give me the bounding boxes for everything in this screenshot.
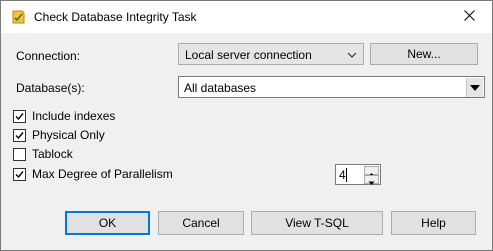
ok-button-label: OK: [98, 216, 117, 230]
parallelism-spinner[interactable]: 4: [335, 164, 381, 185]
close-icon: [463, 10, 475, 24]
new-button-label: New...: [407, 47, 441, 61]
spin-down-button[interactable]: [364, 175, 379, 185]
cancel-button[interactable]: Cancel: [158, 211, 244, 235]
cancel-button-label: Cancel: [182, 216, 220, 230]
include-indexes-label: Include indexes: [32, 109, 116, 123]
text-caret: [346, 168, 347, 182]
close-button[interactable]: [446, 1, 492, 33]
chevron-down-icon: [347, 49, 357, 59]
spin-up-button[interactable]: [364, 166, 379, 177]
task-icon: [10, 9, 26, 25]
connection-dropdown[interactable]: Local server connection: [178, 43, 364, 65]
help-button-label: Help: [421, 216, 446, 230]
view-tsql-button-label: View T-SQL: [285, 216, 349, 230]
title-bar: Check Database Integrity Task: [1, 1, 492, 33]
databases-value: All databases: [184, 81, 257, 95]
connection-value: Local server connection: [185, 48, 312, 62]
dropdown-arrow-icon[interactable]: [466, 78, 483, 97]
max-degree-checkbox[interactable]: [13, 168, 26, 181]
databases-label: Database(s):: [16, 81, 85, 95]
ok-button[interactable]: OK: [65, 211, 150, 235]
tablock-checkbox[interactable]: [13, 148, 26, 161]
include-indexes-checkbox[interactable]: [13, 110, 26, 123]
connection-label: Connection:: [16, 49, 81, 63]
physical-only-label: Physical Only: [32, 128, 105, 142]
view-tsql-button[interactable]: View T-SQL: [251, 211, 383, 235]
tablock-label: Tablock: [32, 147, 73, 161]
parallelism-value: 4: [339, 168, 346, 182]
new-connection-button[interactable]: New...: [370, 43, 478, 65]
max-degree-label: Max Degree of Parallelism: [32, 167, 173, 181]
databases-dropdown[interactable]: All databases: [178, 76, 485, 98]
window-title: Check Database Integrity Task: [34, 10, 197, 24]
physical-only-checkbox[interactable]: [13, 129, 26, 142]
dialog-window: Check Database Integrity Task Connection…: [0, 0, 493, 251]
help-button[interactable]: Help: [391, 211, 476, 235]
